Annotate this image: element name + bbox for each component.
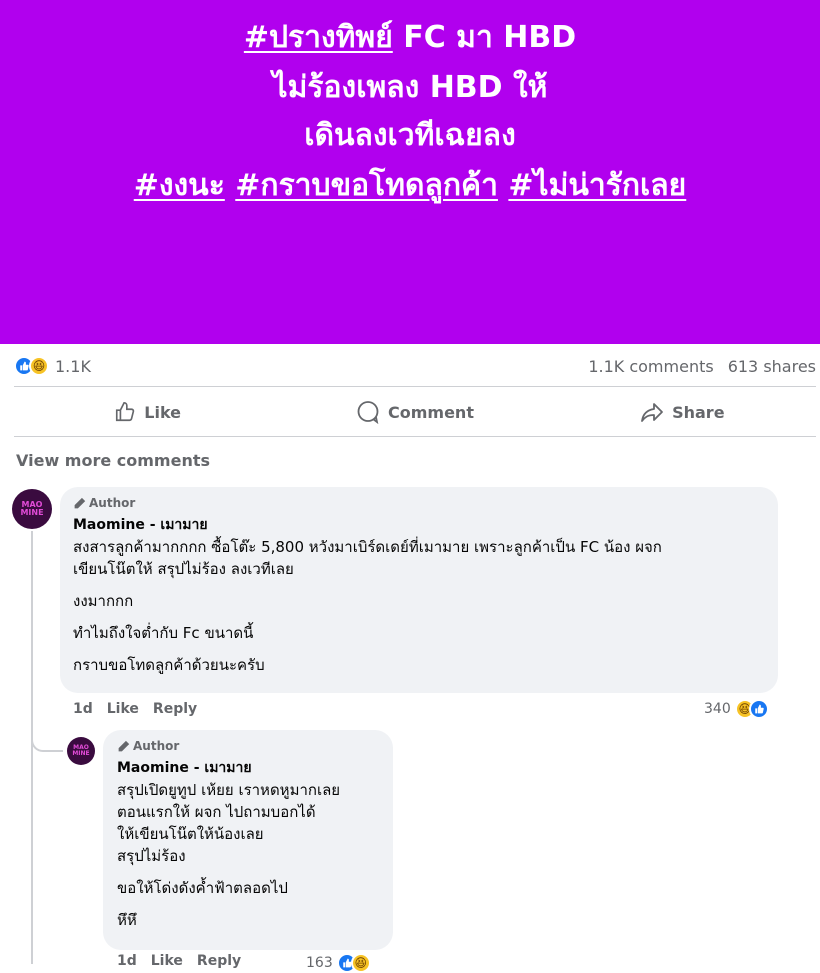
- banner-text: FC มา HBD: [392, 20, 577, 55]
- hashtag-link[interactable]: #กราบขอโทดลูกค้า: [235, 168, 498, 203]
- pencil-icon: [117, 740, 130, 753]
- share-arrow-icon: [640, 400, 664, 424]
- reply-connector: [31, 736, 63, 752]
- like-label: Like: [144, 402, 182, 422]
- comment-label: Comment: [388, 402, 474, 422]
- like-button[interactable]: Like: [14, 388, 281, 436]
- share-label: Share: [672, 402, 725, 422]
- comment-reactions[interactable]: 340 😆: [704, 699, 769, 719]
- author-badge: Author: [73, 496, 765, 510]
- reactions-summary[interactable]: 😆 1.1K: [14, 352, 91, 380]
- reactions-count: 1.1K: [55, 356, 91, 376]
- comment-like-button[interactable]: Like: [151, 953, 183, 969]
- commenter-name[interactable]: Maomine - เมามาย: [117, 757, 379, 779]
- hashtag-link[interactable]: #งงนะ: [134, 168, 225, 203]
- comment-like-button[interactable]: Like: [107, 701, 139, 717]
- view-more-comments-link[interactable]: View more comments: [16, 451, 210, 470]
- share-button[interactable]: Share: [549, 388, 816, 436]
- comment-text-line: กราบขอโทดลูกค้าด้วยนะครับ: [73, 656, 265, 674]
- comment-text-line: สรุปเปิดยูทูป เห้ยย เราหดหูมากเลย: [117, 781, 341, 799]
- banner-line-2: ไม่ร้องเพลง HBD ให้: [272, 70, 548, 105]
- comment-timestamp[interactable]: 1d: [73, 701, 93, 717]
- divider: [14, 386, 816, 387]
- author-badge-label: Author: [133, 739, 180, 753]
- post-image-banner[interactable]: #ปรางทิพย์ FC มา HBD ไม่ร้องเพลง HBD ให้…: [0, 0, 820, 344]
- comment-text-line: เขียนโน๊ตให้ สรุปไม่ร้อง ลงเวทีเลย: [73, 560, 294, 578]
- avatar-logo-text: MAO MINE: [72, 744, 90, 757]
- banner-line-3: เดินลงเวทีเฉยลง: [304, 118, 516, 153]
- post-counts: 1.1K comments 613 shares: [588, 352, 816, 380]
- comment-text-line: สรุปไม่ร้อง: [117, 847, 186, 865]
- hashtag-link[interactable]: #ปรางทิพย์: [244, 20, 393, 55]
- banner-line-4: #งงนะ #กราบขอโทดลูกค้า #ไม่น่ารักเลย: [0, 168, 820, 204]
- comment-text-line: ขอให้โด่งดังค้ำฟ้าตลอดไป: [117, 879, 288, 897]
- avatar[interactable]: MAO MINE: [12, 489, 52, 529]
- comment-text-line: งงมากกก: [73, 592, 134, 610]
- author-badge: Author: [117, 739, 379, 753]
- comment-text-line: ให้เขียนโน๊ตให้น้องเลย: [117, 825, 264, 843]
- comment-text-line: ทำไมถึงใจต่ำกับ Fc ขนาดนี้: [73, 624, 254, 642]
- comment-reaction-count: 163: [306, 955, 333, 971]
- like-icon: [748, 699, 769, 719]
- thumbs-up-icon: [114, 401, 136, 423]
- haha-icon: 😆: [29, 356, 49, 376]
- comment-reply-button[interactable]: Reply: [153, 701, 197, 717]
- post-action-bar: Like Comment Share: [14, 388, 816, 436]
- shares-count-link[interactable]: 613 shares: [728, 357, 816, 376]
- author-badge-label: Author: [89, 496, 136, 510]
- divider: [14, 436, 816, 437]
- comments-count-link[interactable]: 1.1K comments: [588, 357, 713, 376]
- banner-line-1: #ปรางทิพย์ FC มา HBD: [0, 20, 820, 56]
- pencil-icon: [73, 497, 86, 510]
- comment-reactions[interactable]: 163 😆: [306, 953, 371, 973]
- comment-text-line: ตอนแรกให้ ผจก ไปถามบอกได้: [117, 803, 316, 821]
- haha-icon: 😆: [350, 953, 371, 973]
- comment-text-line: สงสารลูกค้ามากกกก ซื้อโต๊ะ 5,800 หวังมาเ…: [73, 538, 662, 556]
- comment-timestamp[interactable]: 1d: [117, 953, 137, 969]
- comment-text-line: หึหึ: [117, 911, 137, 929]
- avatar[interactable]: MAO MINE: [67, 737, 95, 765]
- hashtag-link[interactable]: #ไม่น่ารักเลย: [508, 168, 686, 203]
- commenter-name[interactable]: Maomine - เมามาย: [73, 514, 765, 536]
- comment-bubble-icon: [356, 400, 380, 424]
- avatar-logo-text: MAO MINE: [20, 500, 44, 517]
- comment-bubble: Author Maomine - เมามาย สรุปเปิดยูทูป เห…: [103, 730, 393, 950]
- comment-meta: 1d Like Reply: [73, 701, 197, 717]
- comment-meta: 1d Like Reply: [117, 953, 241, 969]
- comment-button[interactable]: Comment: [281, 388, 548, 436]
- comment-reply-button[interactable]: Reply: [197, 953, 241, 969]
- comment-bubble: Author Maomine - เมามาย สงสารลูกค้ามากกก…: [60, 487, 778, 693]
- comment-reaction-count: 340: [704, 701, 731, 717]
